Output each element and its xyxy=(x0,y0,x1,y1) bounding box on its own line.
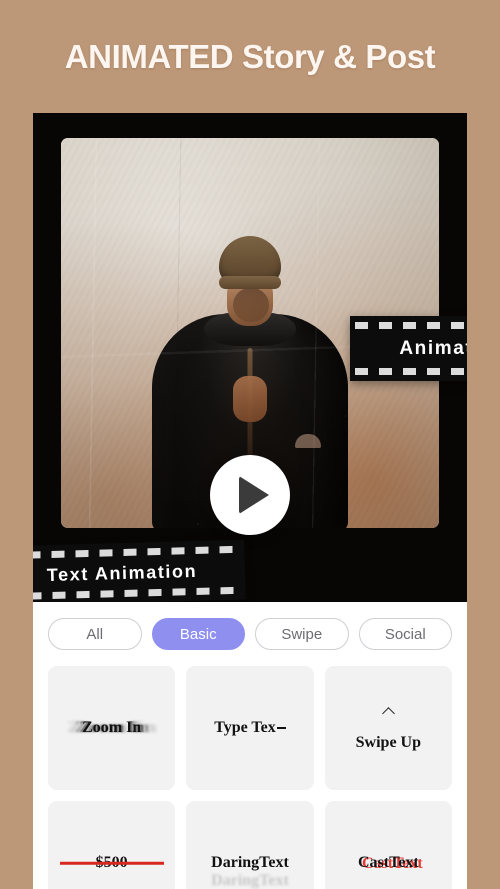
page-title-emphasis: ANIMATED xyxy=(65,38,234,75)
play-button[interactable] xyxy=(210,455,290,535)
presets-sheet: All Basic Swipe Social Zoom In Zoom In Z… xyxy=(33,602,467,889)
header: ANIMATED Story & Post xyxy=(0,0,500,113)
app-frame: Animated Text Animation All Basic Swipe … xyxy=(33,113,467,889)
filter-chip-all-label: All xyxy=(86,626,103,643)
page-title: ANIMATED Story & Post xyxy=(65,38,436,76)
preset-card-swipe-up[interactable]: Swipe Up xyxy=(325,666,452,790)
preset-card-label: Type Tex xyxy=(214,719,276,737)
preset-card-cast-text[interactable]: CastText CastText xyxy=(325,801,452,889)
filter-chip-swipe[interactable]: Swipe xyxy=(255,618,349,650)
play-icon xyxy=(239,476,269,514)
preset-card-type-text[interactable]: Type Tex xyxy=(186,666,313,790)
preset-card-label: Zoom In xyxy=(82,719,141,737)
daring-text-echo: DaringText xyxy=(211,872,289,889)
badge-text-animation: Text Animation xyxy=(33,540,246,602)
strikethrough-line xyxy=(60,862,164,865)
filter-chip-row: All Basic Swipe Social xyxy=(48,618,452,650)
filter-chip-basic[interactable]: Basic xyxy=(152,618,246,650)
page-title-rest: Story & Post xyxy=(242,38,435,75)
preset-card-price-strike[interactable]: $500 xyxy=(48,801,175,889)
preset-card-daring-text[interactable]: DaringText DaringText xyxy=(186,801,313,889)
badge-animated-label: Animated xyxy=(399,338,467,360)
filter-chip-social-label: Social xyxy=(385,626,426,643)
preset-card-label: DaringText xyxy=(211,854,289,872)
typewriter-caret-icon xyxy=(277,727,286,729)
video-preview[interactable]: Animated Text Animation xyxy=(33,113,467,602)
badge-text-animation-label: Text Animation xyxy=(47,560,198,585)
chevron-up-icon xyxy=(382,707,395,720)
filter-chip-swipe-label: Swipe xyxy=(281,626,322,643)
filter-chip-social[interactable]: Social xyxy=(359,618,453,650)
filter-chip-basic-label: Basic xyxy=(180,626,217,643)
preset-grid: Zoom In Zoom In Zoom In Zoom In Type Tex… xyxy=(48,666,452,889)
preset-card-label: CastText xyxy=(358,854,419,872)
filter-chip-all[interactable]: All xyxy=(48,618,142,650)
preset-card-zoom-in[interactable]: Zoom In Zoom In Zoom In Zoom In xyxy=(48,666,175,790)
badge-animated: Animated xyxy=(350,316,467,381)
preset-card-label: Swipe Up xyxy=(356,734,421,752)
